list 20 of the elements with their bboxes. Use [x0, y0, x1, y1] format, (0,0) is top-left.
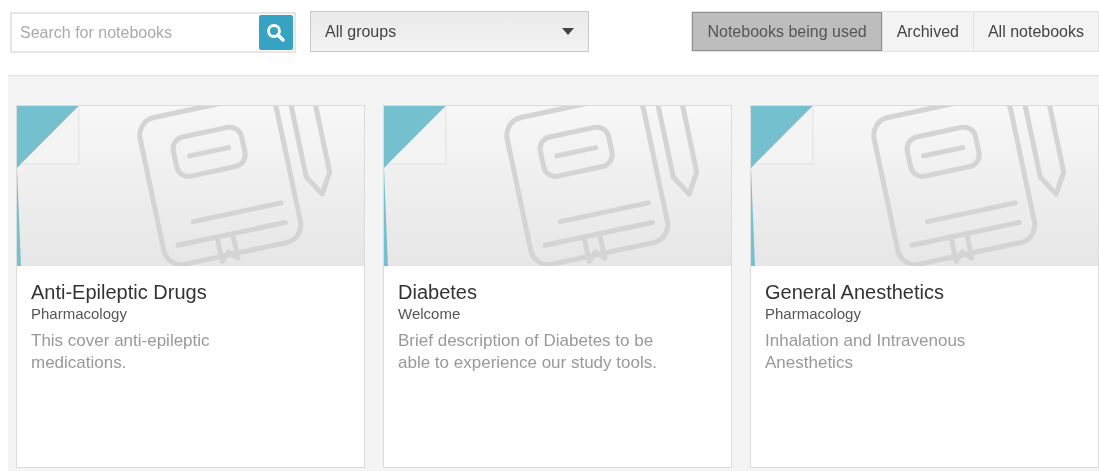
notebook-title: Diabetes [398, 280, 478, 304]
caret-icon [562, 28, 574, 35]
notebook-card[interactable]: Anti-Epileptic Drugs Pharmacology This cover anti-epileptic medications. [16, 105, 365, 468]
notebook-group: Welcome [398, 304, 717, 324]
filter-tab[interactable]: All notebooks [972, 12, 1098, 51]
notebook-description: Brief description of Diabetes to be able to experience our study tools. [398, 330, 658, 374]
group-dropdown[interactable]: All groups [310, 11, 589, 52]
search-button[interactable] [259, 15, 293, 50]
filter-tab[interactable]: Notebooks being used [692, 12, 882, 51]
notebook-card[interactable]: Diabetes Welcome Brief description of Diabetes to be able to experience our study tools. [383, 105, 732, 468]
notebook-title: Anti-Epileptic Drugs [31, 280, 208, 304]
notebook-card[interactable]: General Anesthetics Pharmacology Inhalation and Intravenous Anesthetics [750, 105, 1099, 468]
search-field[interactable]: Search for notebooks [10, 12, 296, 53]
search-icon [266, 22, 286, 43]
notebook-group: Pharmacology [765, 304, 1084, 324]
notebook-description: Inhalation and Intravenous Anesthetics [765, 330, 967, 374]
notebook-group: Pharmacology [31, 304, 350, 324]
filter-tab[interactable]: Archived [881, 12, 973, 51]
notebook-title: General Anesthetics [765, 280, 945, 304]
notebook-description: This cover anti-epileptic medications. [31, 330, 211, 374]
